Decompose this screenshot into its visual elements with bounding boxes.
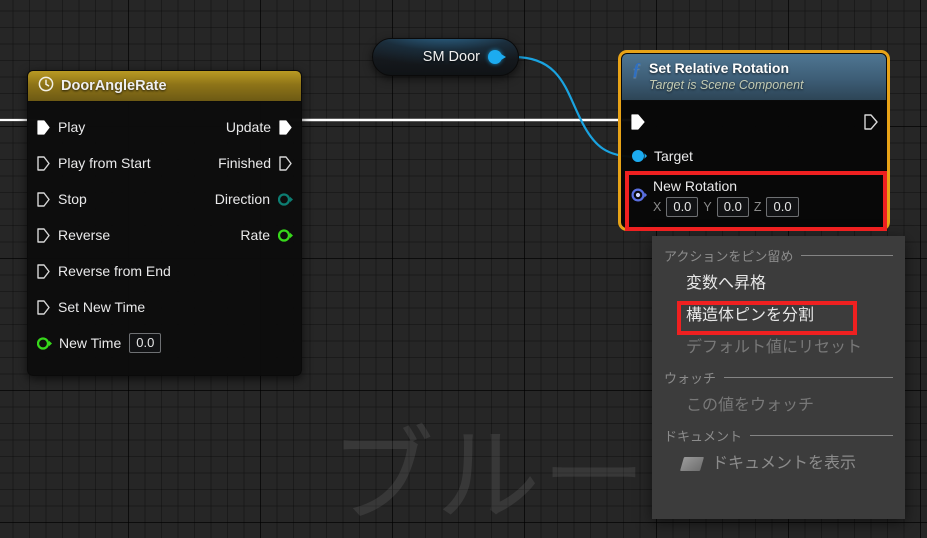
timeline-node-body: Play Update Play from Start Finished Sto… — [28, 102, 301, 375]
pin-row-new-rotation: New Rotation X 0.0 Y 0.0 Z 0.0 — [622, 172, 886, 227]
menu-item-split-struct-pin[interactable]: 構造体ピンを分割 — [652, 300, 905, 332]
pin-label-reverse-from-end: Reverse from End — [58, 263, 171, 279]
menu-divider — [750, 435, 893, 436]
sm-door-title: SM Door — [422, 49, 480, 65]
menu-section-header-actions: アクションをピン留め — [652, 242, 905, 268]
pin-label-new-rotation: New Rotation — [653, 178, 738, 194]
pin-label-play-from-start: Play from Start — [58, 155, 151, 171]
menu-item-label: ドキュメントを表示 — [712, 455, 857, 472]
pin-row — [622, 103, 886, 139]
exec-pin-stop[interactable] — [37, 191, 50, 207]
exec-pin-update[interactable] — [279, 119, 292, 135]
document-icon — [679, 456, 705, 471]
pin-label-set-new-time: Set New Time — [58, 299, 146, 315]
pin-row: New Time 0.0 — [28, 325, 301, 361]
pin-label-reverse: Reverse — [58, 227, 111, 243]
exec-pin-srr-in[interactable] — [631, 113, 645, 130]
menu-item-promote-to-variable[interactable]: 変数へ昇格 — [652, 268, 905, 300]
axis-label-z: Z — [753, 200, 762, 214]
menu-divider — [724, 377, 893, 378]
data-pin-rate[interactable] — [278, 228, 293, 242]
pin-row: Reverse from End — [28, 253, 301, 289]
data-pin-direction[interactable] — [278, 192, 293, 206]
menu-item-reset-to-default[interactable]: デフォルト値にリセット — [652, 332, 905, 364]
menu-item-watch-this-value[interactable]: この値をウォッチ — [652, 390, 905, 422]
pin-label-finished: Finished — [218, 155, 271, 171]
pin-label-target: Target — [654, 147, 693, 164]
srr-node-subtitle: Target is Scene Component — [649, 78, 804, 92]
pin-label-stop: Stop — [58, 191, 87, 207]
axis-label-y: Y — [703, 200, 712, 214]
menu-section-label: ドキュメント — [664, 429, 743, 444]
exec-pin-reverse-from-end[interactable] — [37, 263, 50, 279]
rotation-x-input[interactable]: 0.0 — [666, 197, 699, 217]
axis-label-x: X — [653, 200, 662, 214]
menu-divider — [801, 255, 893, 256]
pin-row: Target — [622, 139, 886, 172]
pin-row: Play from Start Finished — [28, 145, 301, 181]
srr-node-title: Set Relative Rotation — [649, 60, 790, 76]
menu-section-label: アクションをピン留め — [664, 249, 794, 264]
component-node-sm-door[interactable]: SM Door — [372, 38, 519, 76]
exec-pin-srr-out[interactable] — [864, 113, 878, 130]
data-pin-sm-door-output[interactable] — [488, 50, 506, 64]
pin-row: Set New Time — [28, 289, 301, 325]
pin-label-direction: Direction — [214, 191, 270, 207]
data-pin-target[interactable] — [631, 149, 647, 162]
exec-pin-set-new-time[interactable] — [37, 299, 50, 315]
pin-label-update: Update — [225, 119, 271, 135]
pin-label-rate: Rate — [240, 227, 270, 243]
exec-pin-play[interactable] — [37, 119, 50, 135]
menu-section-header-watch: ウォッチ — [652, 364, 905, 390]
data-pin-new-time[interactable] — [37, 336, 52, 350]
timeline-node-dooranglerate[interactable]: DoorAngleRate Play Update Play from Star… — [27, 70, 302, 376]
pin-label-play: Play — [58, 119, 86, 135]
pin-context-menu[interactable]: アクションをピン留め 変数へ昇格 構造体ピンを分割 デフォルト値にリセット ウォ… — [652, 236, 905, 519]
blueprint-graph-canvas[interactable]: ブルー DoorAngleRate Play Update Play from … — [0, 0, 927, 538]
menu-item-view-documentation[interactable]: ドキュメントを表示 — [652, 448, 905, 480]
function-icon: ƒ — [632, 59, 641, 79]
srr-node-body: Target New Rotation X 0.0 Y 0.0 Z 0.0 — [622, 101, 886, 227]
exec-pin-reverse[interactable] — [37, 227, 50, 243]
menu-section-label: ウォッチ — [664, 371, 717, 386]
timeline-node-title: DoorAngleRate — [61, 78, 167, 94]
menu-section-header-documentation: ドキュメント — [652, 422, 905, 448]
rotation-z-input[interactable]: 0.0 — [766, 197, 799, 217]
pin-row: Stop Direction — [28, 181, 301, 217]
data-pin-new-rotation[interactable] — [631, 188, 647, 202]
function-node-set-relative-rotation[interactable]: ƒ Set Relative Rotation Target is Scene … — [618, 50, 890, 231]
timeline-node-header[interactable]: DoorAngleRate — [28, 71, 301, 102]
exec-pin-finished[interactable] — [279, 155, 292, 171]
rotation-y-input[interactable]: 0.0 — [716, 197, 749, 217]
pin-label-new-time: New Time — [59, 335, 122, 351]
pin-row: Play Update — [28, 109, 301, 145]
clock-icon — [38, 76, 54, 97]
srr-node-header[interactable]: ƒ Set Relative Rotation Target is Scene … — [622, 54, 886, 101]
new-time-input[interactable]: 0.0 — [129, 333, 162, 353]
exec-pin-play-from-start[interactable] — [37, 155, 50, 171]
pin-row: Reverse Rate — [28, 217, 301, 253]
